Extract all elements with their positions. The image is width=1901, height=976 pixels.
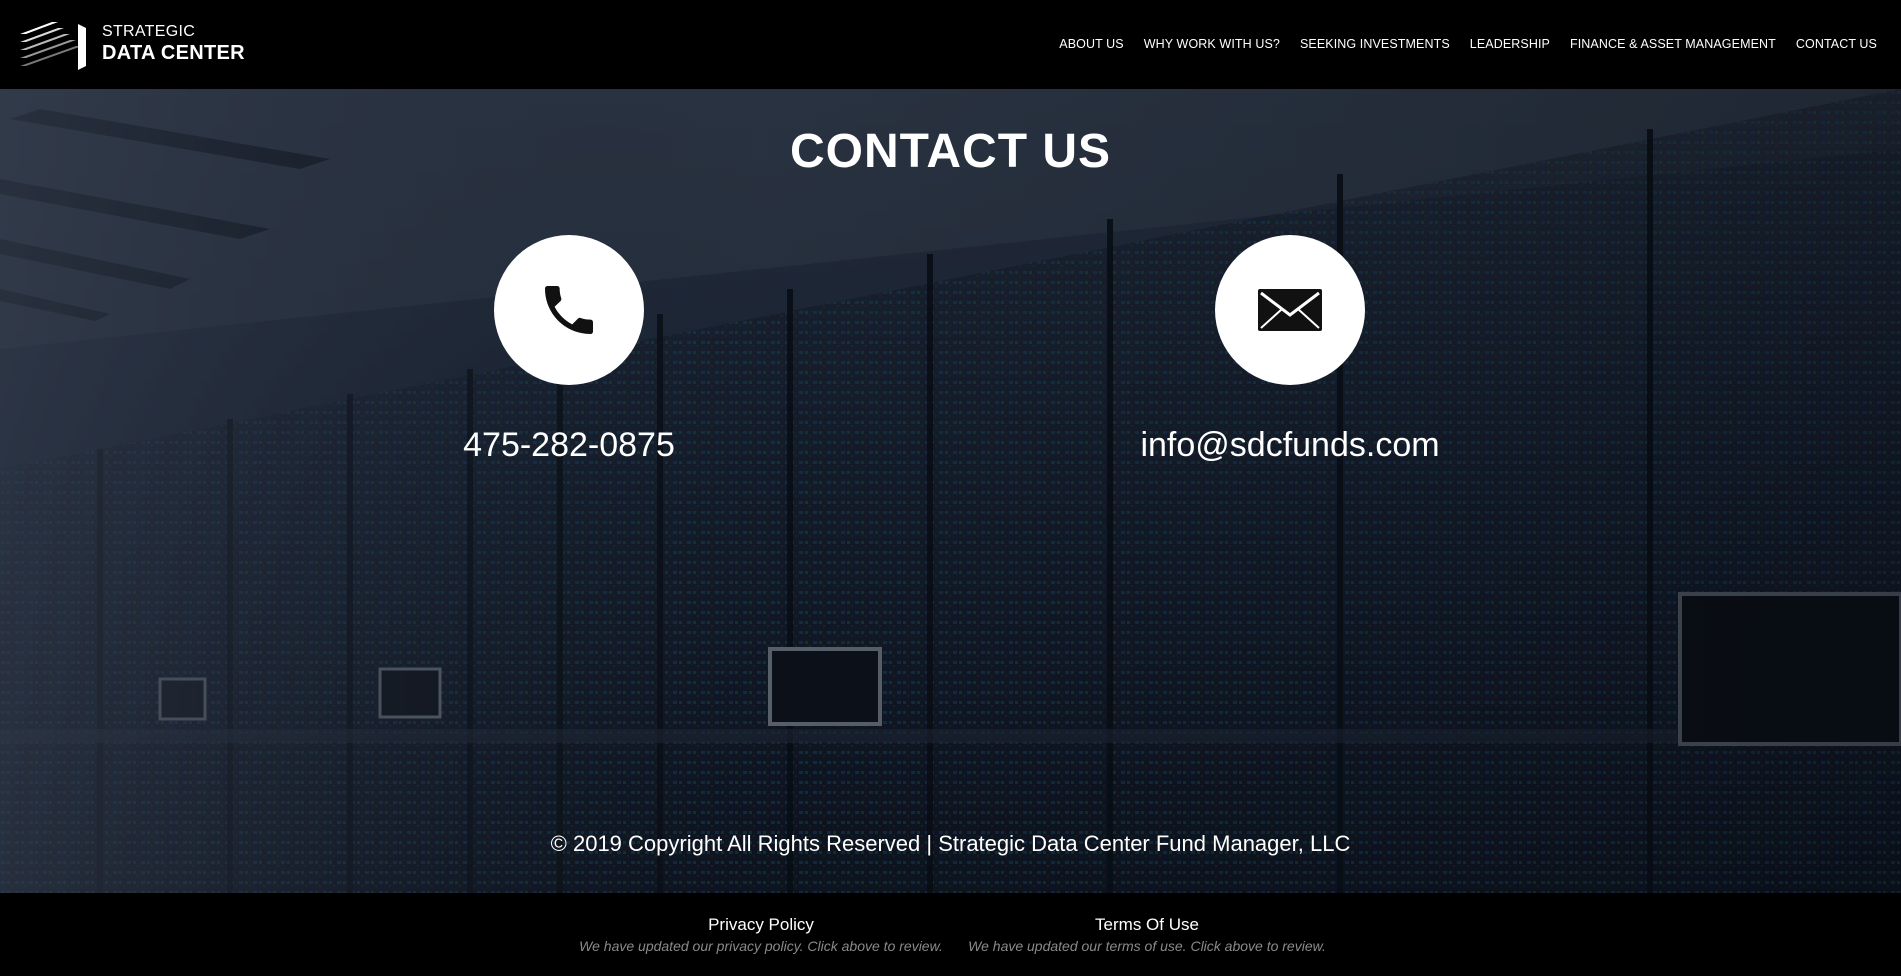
- phone-button[interactable]: [494, 235, 644, 385]
- page-title: CONTACT US: [789, 125, 1112, 178]
- logo-line2: DATA CENTER: [102, 42, 245, 64]
- site-logo[interactable]: STRATEGIC DATA CENTER: [18, 18, 258, 72]
- nav-seeking-investments[interactable]: SEEKING INVESTMENTS: [1300, 37, 1450, 51]
- nav-about-us[interactable]: ABOUT US: [1059, 37, 1123, 51]
- email-button[interactable]: [1215, 235, 1365, 385]
- site-header: STRATEGIC DATA CENTER ABOUT US WHY WORK …: [0, 0, 1901, 89]
- privacy-policy-link[interactable]: Privacy Policy: [551, 915, 971, 935]
- site-footer: Privacy Policy We have updated our priva…: [0, 893, 1901, 976]
- privacy-policy-note: We have updated our privacy policy. Clic…: [579, 938, 943, 954]
- nav-finance-asset-management[interactable]: FINANCE & ASSET MANAGEMENT: [1570, 37, 1776, 51]
- nav-leadership[interactable]: LEADERSHIP: [1470, 37, 1550, 51]
- terms-of-use-link[interactable]: Terms Of Use: [937, 915, 1357, 935]
- logo-mark-icon: [20, 22, 86, 70]
- nav-why-work-with-us[interactable]: WHY WORK WITH US?: [1144, 37, 1280, 51]
- envelope-icon: [1258, 289, 1322, 331]
- nav-contact-us[interactable]: CONTACT US: [1796, 37, 1877, 51]
- email-address-link[interactable]: info@sdcfunds.com: [1040, 426, 1540, 465]
- terms-of-use-note: We have updated our terms of use. Click …: [968, 938, 1326, 954]
- phone-icon: [545, 286, 593, 334]
- phone-number-link[interactable]: 475-282-0875: [319, 426, 819, 465]
- logo-line1: STRATEGIC: [102, 23, 196, 40]
- logo-text: STRATEGIC DATA CENTER: [102, 23, 245, 64]
- contact-hero: CONTACT US 475-282-0875 info@sdcfunds.co…: [0, 89, 1901, 893]
- hero-overlay: [0, 89, 1901, 893]
- main-nav: ABOUT US WHY WORK WITH US? SEEKING INVES…: [1059, 37, 1877, 51]
- copyright-text: © 2019 Copyright All Rights Reserved | S…: [550, 831, 1351, 856]
- privacy-policy-block: Privacy Policy We have updated our priva…: [551, 915, 971, 954]
- terms-of-use-block: Terms Of Use We have updated our terms o…: [937, 915, 1357, 954]
